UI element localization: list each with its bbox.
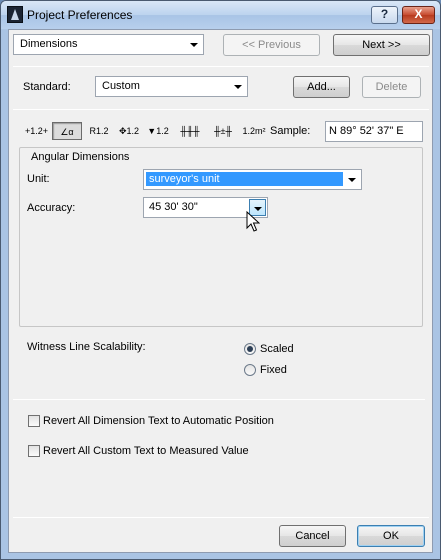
accuracy-label: Accuracy:	[27, 202, 76, 214]
linear-dimension-tool[interactable]: +1.2+	[25, 122, 48, 140]
standard-select-value: Custom	[102, 80, 140, 92]
divider	[13, 517, 429, 518]
unit-label: Unit:	[27, 173, 50, 185]
level-dimension-tool[interactable]: ✥1.2	[117, 122, 141, 140]
radial-dimension-tool[interactable]: R1.2	[86, 122, 112, 140]
sample-field: N 89° 52' 37" E	[325, 121, 423, 142]
standard-select[interactable]: Custom	[95, 76, 248, 97]
close-button[interactable]: X	[402, 6, 435, 24]
title-bar[interactable]: Project Preferences ? X	[1, 1, 440, 29]
accuracy-select-value: 45 30' 30"	[149, 201, 198, 213]
fixed-radio-label[interactable]: Fixed	[260, 364, 287, 376]
unit-select[interactable]: surveyor's unit	[143, 169, 362, 190]
witness-line-label: Witness Line Scalability:	[27, 341, 146, 353]
revert-dimension-text-label[interactable]: Revert All Dimension Text to Automatic P…	[43, 415, 274, 427]
divider	[13, 399, 425, 400]
project-preferences-window: Project Preferences ? X Dimensions << Pr…	[0, 0, 441, 560]
previous-button[interactable]: << Previous	[223, 34, 320, 56]
divider	[13, 66, 429, 67]
category-select-value: Dimensions	[20, 38, 78, 50]
help-button[interactable]: ?	[371, 6, 398, 24]
elevation-dimension-tool[interactable]: ▼1.2	[147, 122, 169, 140]
revert-dimension-text-checkbox[interactable]	[28, 415, 40, 427]
cancel-button[interactable]: Cancel	[279, 525, 346, 547]
fixed-radio[interactable]	[244, 364, 256, 376]
sill-height-dimension-tool[interactable]: ╫±╫	[208, 122, 238, 140]
delete-button[interactable]: Delete	[362, 76, 421, 98]
sample-label: Sample:	[270, 125, 311, 137]
window-title: Project Preferences	[27, 8, 133, 22]
divider	[13, 109, 429, 110]
mouse-cursor-icon	[246, 211, 260, 232]
angular-dimensions-title: Angular Dimensions	[29, 151, 132, 163]
category-select[interactable]: Dimensions	[13, 34, 204, 55]
chevron-down-icon	[190, 43, 198, 47]
ok-button[interactable]: OK	[357, 525, 425, 547]
door-window-dimension-tool[interactable]: ╫╫╫	[175, 122, 205, 140]
unit-select-value: surveyor's unit	[146, 172, 343, 186]
standard-label: Standard:	[23, 81, 71, 93]
add-button[interactable]: Add...	[293, 76, 350, 98]
revert-custom-text-checkbox[interactable]	[28, 445, 40, 457]
chevron-down-icon	[348, 178, 356, 182]
scaled-radio-label[interactable]: Scaled	[260, 343, 294, 355]
sample-value: N 89° 52' 37" E	[329, 125, 404, 137]
archicad-app-icon	[7, 6, 23, 23]
dialog-body: Dimensions << Previous Next >> Standard:…	[8, 29, 433, 553]
scaled-radio[interactable]	[244, 343, 256, 355]
revert-custom-text-label[interactable]: Revert All Custom Text to Measured Value	[43, 445, 249, 457]
area-dimension-tool[interactable]: 1.2m²	[242, 122, 266, 140]
chevron-down-icon	[234, 85, 242, 89]
angular-dimension-tool[interactable]: ∠α	[52, 122, 82, 140]
next-button[interactable]: Next >>	[333, 34, 430, 56]
